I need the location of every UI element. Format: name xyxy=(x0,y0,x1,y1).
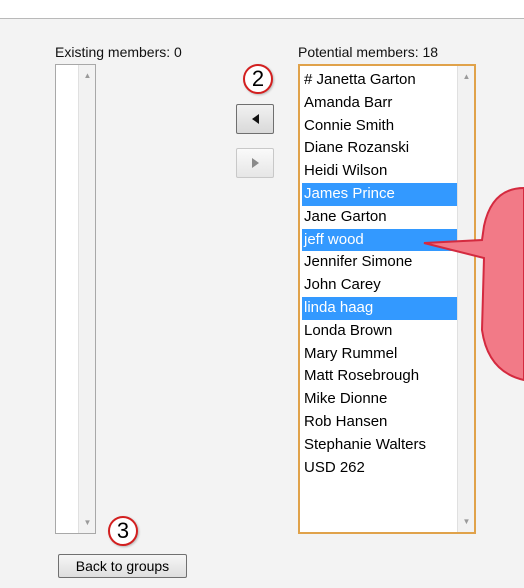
speech-bubble-shape xyxy=(423,186,524,382)
step-2-marker: 2 xyxy=(243,64,273,94)
member-editor: Existing members: 0 Potential members: 1… xyxy=(0,0,524,588)
step-3-marker: 3 xyxy=(108,516,138,546)
